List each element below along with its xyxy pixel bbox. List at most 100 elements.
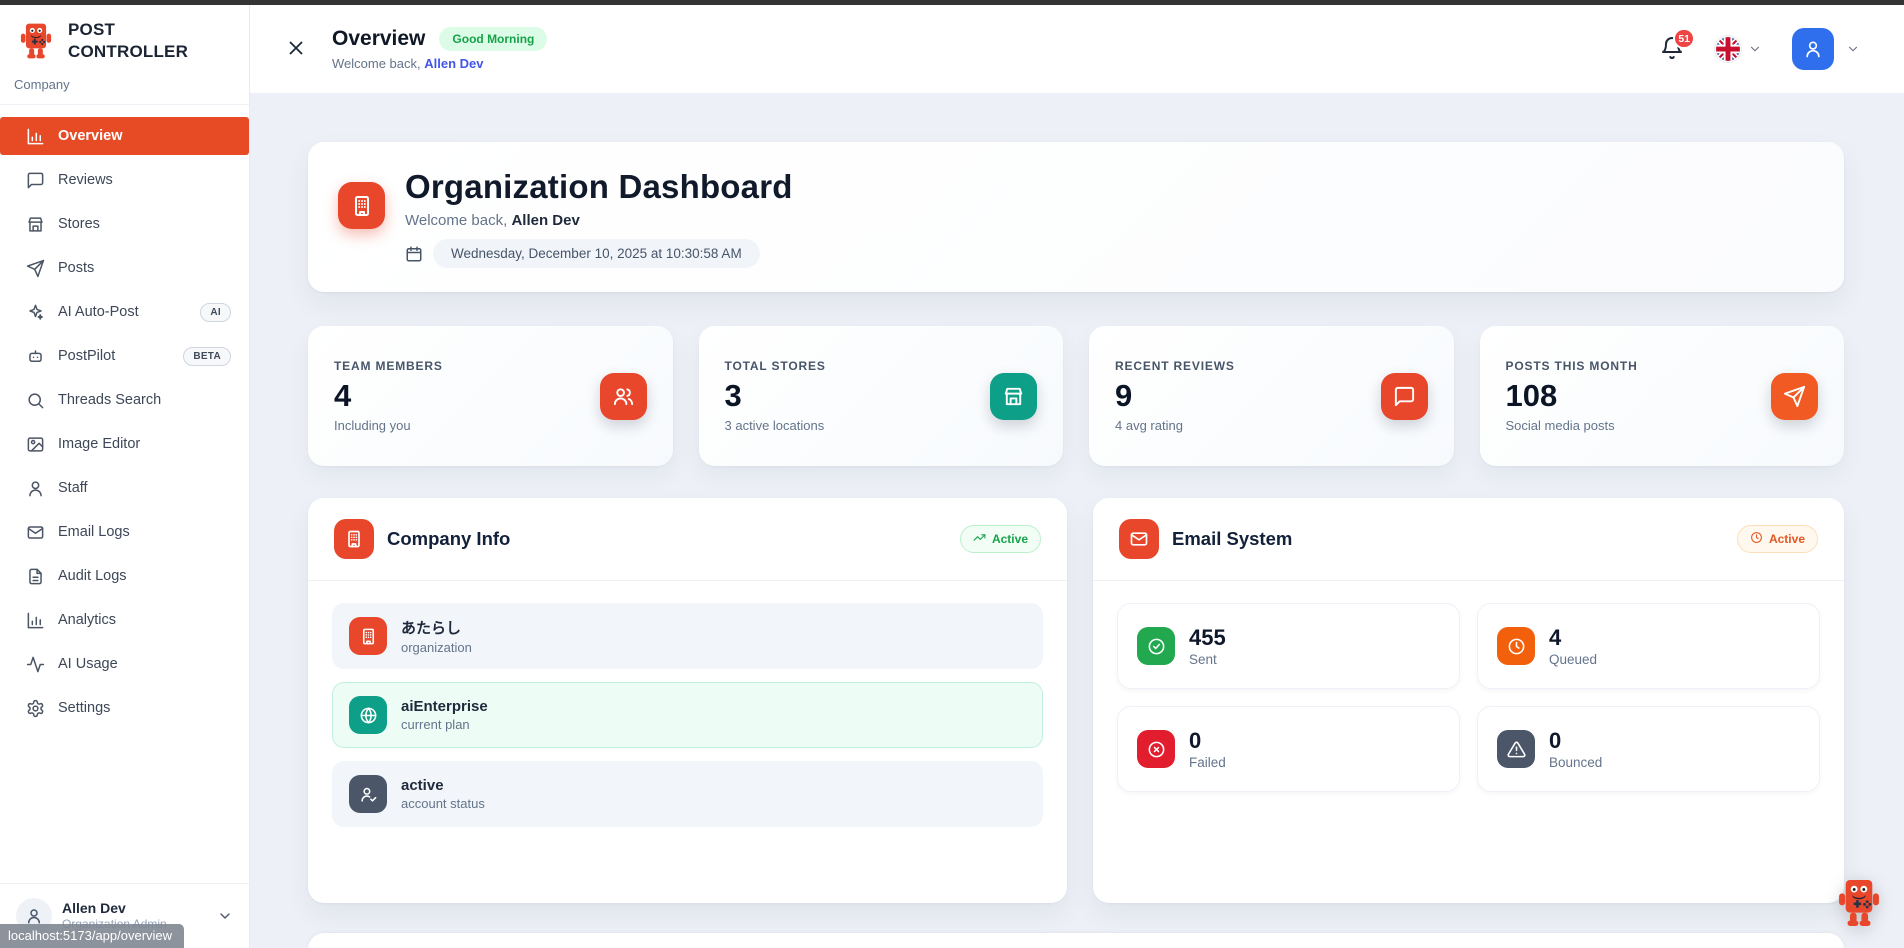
- sidebar-item-staff[interactable]: Staff: [0, 469, 249, 507]
- company-info-card: Company Info Active あたらし: [308, 498, 1067, 903]
- main-content: Organization Dashboard Welcome back, All…: [250, 94, 1904, 948]
- mascot-logo-icon: [14, 19, 58, 63]
- stat-subtitle: 3 active locations: [725, 418, 826, 433]
- stat-card-posts-this-month: POSTS THIS MONTH 108 Social media posts: [1480, 326, 1845, 466]
- stat-label: TOTAL STORES: [725, 359, 826, 373]
- sidebar-item-stores[interactable]: Stores: [0, 205, 249, 243]
- sidebar-item-settings[interactable]: Settings: [0, 689, 249, 727]
- gear-icon: [26, 699, 45, 718]
- email-stat-label: Queued: [1549, 652, 1597, 667]
- company-row-aienterprise: aiEnterprise current plan: [332, 682, 1043, 748]
- sidebar-item-label: Stores: [58, 216, 100, 232]
- sidebar-item-label: Analytics: [58, 612, 116, 628]
- dashboard-title: Organization Dashboard: [405, 168, 793, 206]
- company-row-active: active account status: [332, 761, 1043, 827]
- email-stat-label: Sent: [1189, 652, 1226, 667]
- uk-flag-icon: [1715, 36, 1741, 62]
- row-subtitle: current plan: [401, 717, 488, 732]
- sidebar-item-posts[interactable]: Posts: [0, 249, 249, 287]
- sidebar-item-threads-search[interactable]: Threads Search: [0, 381, 249, 419]
- trending-up-icon: [973, 531, 986, 547]
- sidebar-item-label: Audit Logs: [58, 568, 127, 584]
- sidebar-item-label: Threads Search: [58, 392, 161, 408]
- file-icon: [26, 567, 45, 586]
- message-icon: [1381, 373, 1428, 420]
- store-icon: [990, 373, 1037, 420]
- sidebar-item-audit-logs[interactable]: Audit Logs: [0, 557, 249, 595]
- sidebar-item-ai-auto-post[interactable]: AI Auto-Post AI: [0, 293, 249, 331]
- sidebar: POST CONTROLLER Company Overview Reviews: [0, 5, 250, 948]
- row-title: active: [401, 777, 485, 794]
- sidebar-item-overview[interactable]: Overview: [0, 117, 249, 155]
- stat-value: 4: [334, 380, 443, 411]
- stat-value: 3: [725, 380, 826, 411]
- email-stat-value: 455: [1189, 625, 1226, 650]
- language-selector[interactable]: [1715, 36, 1762, 62]
- stat-subtitle: 4 avg rating: [1115, 418, 1235, 433]
- bot-icon: [26, 347, 45, 366]
- sparkles-icon: [26, 303, 45, 322]
- chevron-down-icon: [1748, 42, 1762, 56]
- window-top-strip: [0, 0, 1904, 5]
- send-icon: [26, 259, 45, 278]
- company-info-title: Company Info: [387, 528, 510, 550]
- email-stat-value: 0: [1189, 728, 1226, 753]
- row-subtitle: organization: [401, 640, 472, 655]
- page-title: Overview: [332, 27, 425, 51]
- sidebar-item-postpilot[interactable]: PostPilot BETA: [0, 337, 249, 375]
- email-stat-sent: 455 Sent: [1117, 603, 1460, 689]
- bar-chart-icon: [26, 127, 45, 146]
- mail-icon: [26, 523, 45, 542]
- alert-triangle-icon: [1497, 730, 1535, 768]
- sidebar-nav: Overview Reviews Stores Posts: [0, 105, 249, 883]
- app-logo[interactable]: POST CONTROLLER: [0, 5, 249, 69]
- welcome-text: Welcome back, Allen Dev: [332, 56, 547, 71]
- account-avatar: [1792, 28, 1834, 70]
- email-system-card: Email System Active 455: [1093, 498, 1844, 903]
- close-icon[interactable]: [284, 37, 308, 61]
- sidebar-item-reviews[interactable]: Reviews: [0, 161, 249, 199]
- mascot-assistant-button[interactable]: [1830, 874, 1888, 932]
- stat-value: 108: [1506, 380, 1638, 411]
- store-icon: [26, 215, 45, 234]
- sidebar-item-image-editor[interactable]: Image Editor: [0, 425, 249, 463]
- welcome-user-link[interactable]: Allen Dev: [424, 56, 483, 71]
- users-icon: [600, 373, 647, 420]
- notifications-button[interactable]: 51: [1659, 36, 1685, 62]
- image-icon: [26, 435, 45, 454]
- company-row-item: あたらし organization: [332, 603, 1043, 669]
- chevron-down-icon: [1846, 42, 1860, 56]
- account-menu[interactable]: [1792, 28, 1860, 70]
- stat-cards: TEAM MEMBERS 4 Including you TOTAL STORE…: [308, 326, 1844, 466]
- email-stat-failed: 0 Failed: [1117, 706, 1460, 792]
- user-icon: [26, 479, 45, 498]
- nav-badge: BETA: [183, 347, 231, 366]
- user-check-icon: [349, 775, 387, 813]
- email-system-title: Email System: [1172, 528, 1292, 550]
- message-icon: [26, 171, 45, 190]
- bell-icon: [1660, 48, 1684, 63]
- stat-card-total-stores: TOTAL STORES 3 3 active locations: [699, 326, 1064, 466]
- hero-card: Organization Dashboard Welcome back, All…: [308, 142, 1844, 292]
- nav-badge: AI: [200, 303, 231, 322]
- stat-card-team-members: TEAM MEMBERS 4 Including you: [308, 326, 673, 466]
- sidebar-item-analytics[interactable]: Analytics: [0, 601, 249, 639]
- clock-icon: [1750, 531, 1763, 547]
- search-icon: [26, 391, 45, 410]
- stat-label: TEAM MEMBERS: [334, 359, 443, 373]
- bar-chart-icon: [26, 611, 45, 630]
- sidebar-item-label: PostPilot: [58, 348, 115, 364]
- globe-icon: [349, 696, 387, 734]
- email-stat-label: Bounced: [1549, 755, 1602, 770]
- building-icon: [349, 617, 387, 655]
- sidebar-item-email-logs[interactable]: Email Logs: [0, 513, 249, 551]
- row-title: aiEnterprise: [401, 698, 488, 715]
- clock-icon: [1497, 627, 1535, 665]
- row-subtitle: account status: [401, 796, 485, 811]
- email-stat-bounced: 0 Bounced: [1477, 706, 1820, 792]
- chevron-down-icon: [217, 908, 233, 924]
- sidebar-item-label: Posts: [58, 260, 94, 276]
- sidebar-item-ai-usage[interactable]: AI Usage: [0, 645, 249, 683]
- calendar-icon: [405, 245, 423, 263]
- company-active-badge: Active: [960, 525, 1041, 553]
